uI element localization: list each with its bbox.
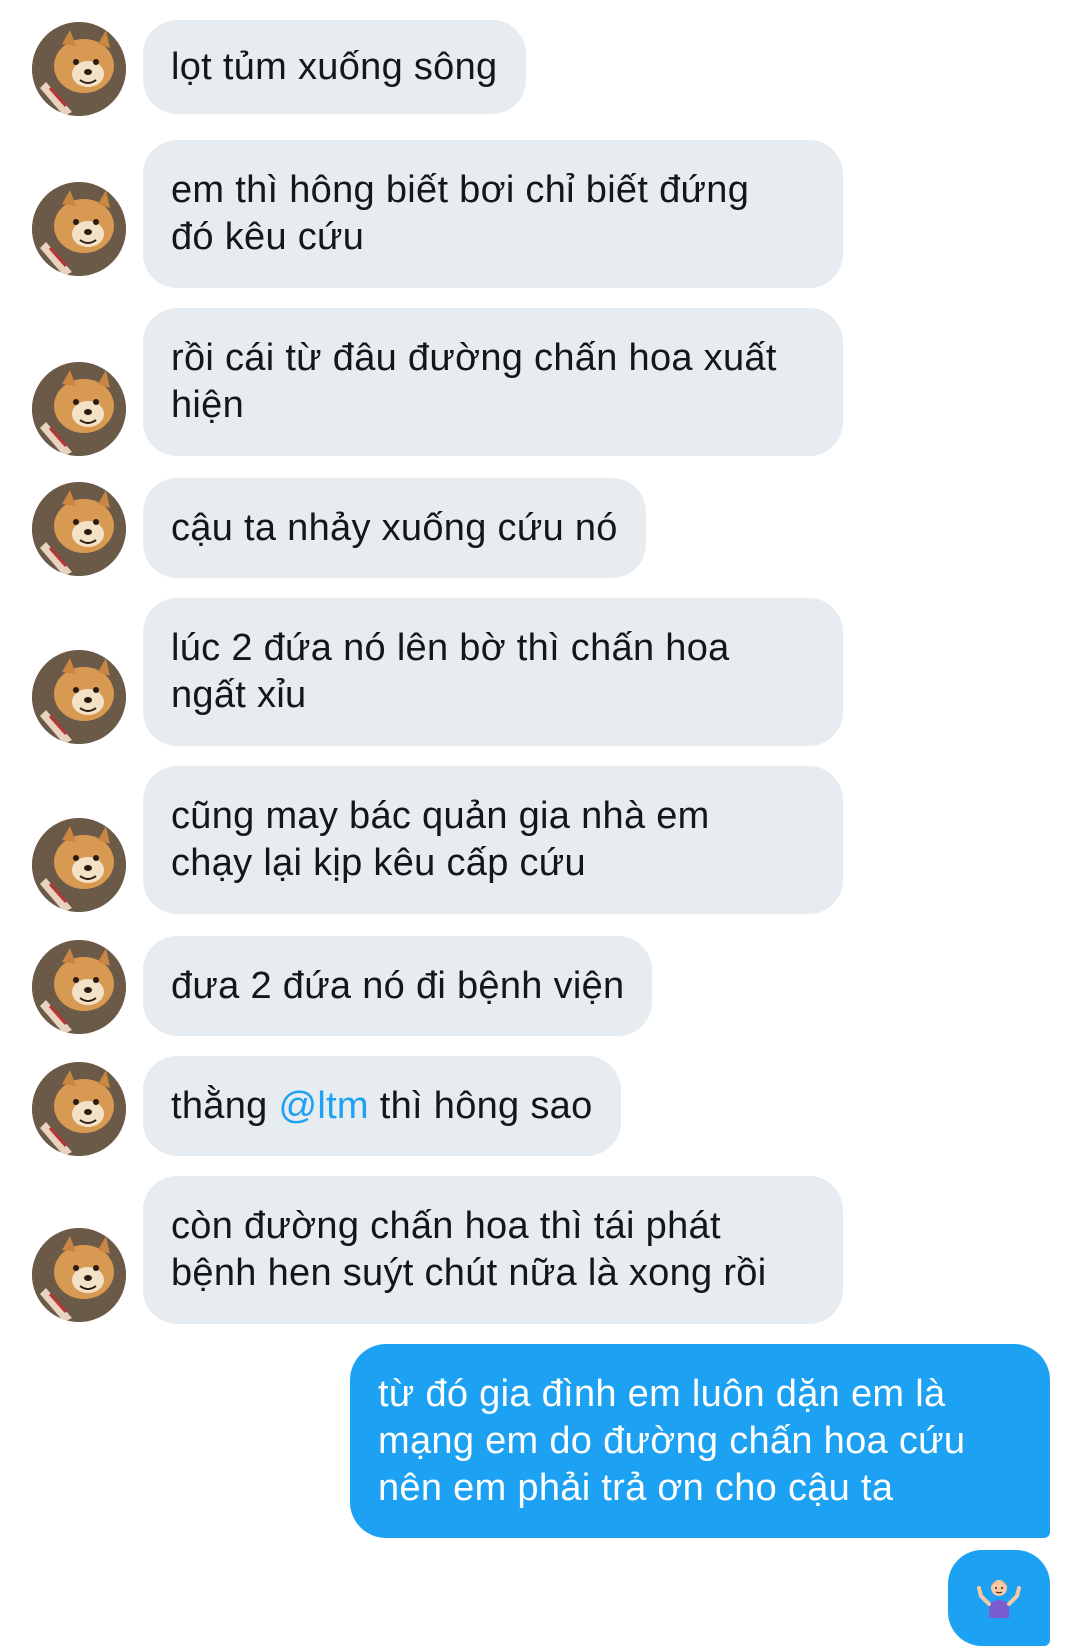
man-shrugging-emoji-icon: [977, 1580, 1021, 1618]
user-mention-link[interactable]: @ltm: [278, 1083, 368, 1130]
message-text: thằng: [171, 1084, 279, 1127]
avatar[interactable]: [32, 940, 126, 1034]
message-bubble[interactable]: em thì hông biết bơi chỉ biết đứng đó kê…: [143, 140, 843, 288]
message-bubble[interactable]: đưa 2 đứa nó đi bệnh viện: [143, 936, 653, 1036]
shiba-dog-icon: [32, 940, 126, 1034]
shiba-dog-icon: [32, 22, 126, 116]
message-bubble[interactable]: lúc 2 đứa nó lên bờ thì chấn hoa ngất xỉ…: [143, 598, 843, 746]
message-bubble-sent[interactable]: từ đó gia đình em luôn dặn em là mạng em…: [350, 1344, 1050, 1538]
message-bubble[interactable]: rồi cái từ đâu đường chấn hoa xuất hiện: [143, 308, 843, 456]
avatar[interactable]: [32, 182, 126, 276]
avatar[interactable]: [32, 1228, 126, 1322]
shiba-dog-icon: [32, 650, 126, 744]
avatar[interactable]: [32, 362, 126, 456]
shiba-dog-icon: [32, 1062, 126, 1156]
emoji-bubble-sent[interactable]: [948, 1550, 1050, 1646]
message-bubble[interactable]: cậu ta nhảy xuống cứu nó: [143, 478, 646, 578]
chat-thread: lọt tủm xuống sông em thì hông biết bơi …: [0, 0, 1080, 1650]
avatar[interactable]: [32, 818, 126, 912]
shiba-dog-icon: [32, 818, 126, 912]
shiba-dog-icon: [32, 482, 126, 576]
shiba-dog-icon: [32, 1228, 126, 1322]
message-bubble[interactable]: còn đường chấn hoa thì tái phát bệnh hen…: [143, 1176, 843, 1324]
shiba-dog-icon: [32, 182, 126, 276]
message-text: thì hông sao: [368, 1084, 593, 1127]
shiba-dog-icon: [32, 362, 126, 456]
avatar[interactable]: [32, 22, 126, 116]
message-bubble[interactable]: thằng @ltm thì hông sao: [143, 1056, 621, 1156]
avatar[interactable]: [32, 650, 126, 744]
message-bubble[interactable]: cũng may bác quản gia nhà em chạy lại kị…: [143, 766, 843, 914]
avatar[interactable]: [32, 482, 126, 576]
avatar[interactable]: [32, 1062, 126, 1156]
message-bubble[interactable]: lọt tủm xuống sông: [143, 20, 526, 114]
